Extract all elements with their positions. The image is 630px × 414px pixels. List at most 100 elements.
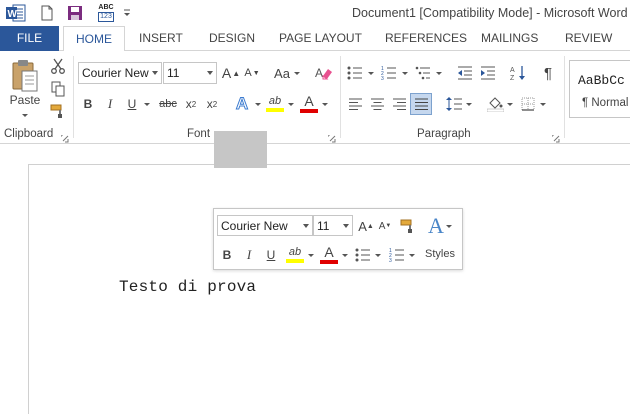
group-separator [73, 56, 74, 138]
subscript-button[interactable]: x2 [182, 93, 200, 115]
word-logo-icon: W [6, 4, 26, 22]
customize-qat-icon[interactable] [122, 3, 132, 23]
mini-styles-label[interactable]: Styles [422, 246, 458, 262]
clipboard-dialog-launcher-icon[interactable] [60, 132, 69, 143]
font-color-dropdown-icon[interactable] [320, 93, 330, 115]
new-document-icon[interactable] [38, 3, 56, 23]
italic-button[interactable]: I [102, 93, 118, 115]
show-formatting-marks-icon[interactable]: ¶ [538, 62, 558, 84]
mini-bold-button[interactable]: B [219, 244, 235, 266]
paragraph-dialog-launcher-icon[interactable] [551, 132, 560, 143]
align-right-icon[interactable] [389, 93, 409, 115]
underline-button[interactable]: U [124, 93, 140, 115]
mini-font-color-button[interactable]: A [318, 242, 340, 266]
strikethrough-button[interactable]: abc [157, 93, 179, 115]
mini-font-color-dropdown-icon[interactable] [340, 244, 350, 266]
save-icon[interactable] [66, 3, 84, 23]
cut-icon[interactable] [48, 56, 68, 76]
highlight-color-button[interactable]: ab [264, 91, 286, 115]
mini-styles-icon[interactable]: A [423, 213, 457, 239]
borders-dropdown-icon[interactable] [538, 93, 548, 115]
highlight-color-bar [266, 108, 284, 112]
mini-grow-font-button[interactable]: A ▲ [357, 215, 375, 237]
mini-highlight-dropdown-icon[interactable] [306, 244, 316, 266]
ribbon-tabs: FILE HOME INSERT DESIGN PAGE LAYOUT REFE… [0, 26, 630, 52]
shrink-font-button[interactable]: A ▼ [243, 62, 261, 84]
shading-dropdown-icon[interactable] [505, 93, 515, 115]
spelling-grammar-icon[interactable]: ABC 123 [95, 3, 117, 23]
mini-format-painter-icon[interactable] [398, 215, 418, 237]
line-spacing-icon[interactable] [444, 93, 464, 115]
multilevel-dropdown-icon[interactable] [434, 62, 444, 84]
grow-font-label: A [221, 65, 232, 81]
svg-text:A: A [510, 67, 515, 74]
mini-shrink-font-label: A [378, 220, 386, 232]
bullets-dropdown-icon[interactable] [366, 62, 376, 84]
text-effects-dropdown-icon[interactable] [253, 93, 263, 115]
align-center-icon[interactable] [367, 93, 387, 115]
style-normal-tile[interactable]: AaBbCc ¶ Normal [569, 60, 630, 118]
sort-icon[interactable]: AZ [508, 62, 528, 84]
change-case-button[interactable]: Aa [271, 62, 303, 84]
paste-dropdown-icon[interactable] [20, 111, 30, 119]
font-name-combo[interactable]: Courier New [78, 62, 162, 84]
document-text[interactable]: Testo di prova [119, 278, 256, 296]
mini-numbering-dropdown-icon[interactable] [407, 244, 417, 266]
mini-font-size-combo[interactable]: 11 [313, 215, 353, 236]
bold-button[interactable]: B [80, 93, 96, 115]
grow-font-button[interactable]: A ▲ [221, 62, 241, 84]
justify-icon[interactable] [410, 93, 432, 115]
borders-icon[interactable] [518, 93, 538, 115]
svg-text:3: 3 [381, 76, 384, 80]
tab-file[interactable]: FILE [0, 26, 59, 51]
mini-underline-button[interactable]: U [263, 244, 279, 266]
svg-text:3: 3 [389, 258, 392, 262]
mini-styles-glyph: A [428, 213, 444, 238]
numbering-icon[interactable]: 123 [379, 62, 399, 84]
paste-button-label[interactable]: Paste [7, 92, 43, 108]
font-name-value: Courier New [82, 66, 149, 80]
tab-mailings[interactable]: MAILINGS [481, 26, 538, 51]
numbering-dropdown-icon[interactable] [400, 62, 410, 84]
align-left-icon[interactable] [345, 93, 365, 115]
font-color-bar [300, 108, 318, 113]
mini-shrink-font-button[interactable]: A ▼ [377, 215, 393, 237]
mini-numbering-icon[interactable]: 123 [387, 244, 407, 266]
mini-italic-button[interactable]: I [241, 244, 257, 266]
multilevel-list-icon[interactable] [413, 62, 433, 84]
tab-design[interactable]: DESIGN [209, 26, 255, 51]
mini-bullets-icon[interactable] [353, 244, 373, 266]
font-color-button[interactable]: A [298, 91, 320, 115]
paste-icon[interactable] [6, 57, 44, 97]
shading-icon[interactable] [485, 93, 505, 115]
bullets-icon[interactable] [345, 62, 365, 84]
tab-review[interactable]: REVIEW [565, 26, 612, 51]
line-spacing-dropdown-icon[interactable] [464, 93, 474, 115]
document-area[interactable] [0, 145, 630, 414]
underline-dropdown-icon[interactable] [142, 93, 152, 115]
font-size-value: 11 [167, 66, 180, 80]
mini-highlight-button[interactable]: ab [284, 242, 306, 266]
tab-page-layout[interactable]: PAGE LAYOUT [279, 26, 362, 51]
mini-font-name-combo[interactable]: Courier New [217, 215, 313, 236]
mini-bullets-dropdown-icon[interactable] [373, 244, 383, 266]
font-dialog-launcher-icon[interactable] [327, 132, 336, 143]
superscript-button[interactable]: x2 [203, 93, 221, 115]
shrink-font-label: A [244, 67, 252, 79]
mini-grow-caret-icon: ▲ [366, 222, 374, 230]
tab-references[interactable]: REFERENCES [385, 26, 467, 51]
tab-home[interactable]: HOME [63, 26, 125, 52]
font-size-combo[interactable]: 11 [163, 62, 217, 84]
document-text-selected[interactable]: prova [207, 278, 256, 296]
selection-highlight [214, 131, 267, 168]
clear-formatting-icon[interactable]: A [313, 62, 335, 84]
text-effects-label: A [235, 94, 249, 114]
format-painter-icon[interactable] [48, 101, 68, 121]
copy-icon[interactable] [48, 79, 68, 99]
tab-insert[interactable]: INSERT [139, 26, 183, 51]
text-effects-button[interactable]: A [231, 93, 253, 115]
increase-indent-icon[interactable] [478, 62, 498, 84]
highlight-dropdown-icon[interactable] [286, 93, 296, 115]
font-color-label: A [304, 92, 314, 109]
decrease-indent-icon[interactable] [455, 62, 475, 84]
